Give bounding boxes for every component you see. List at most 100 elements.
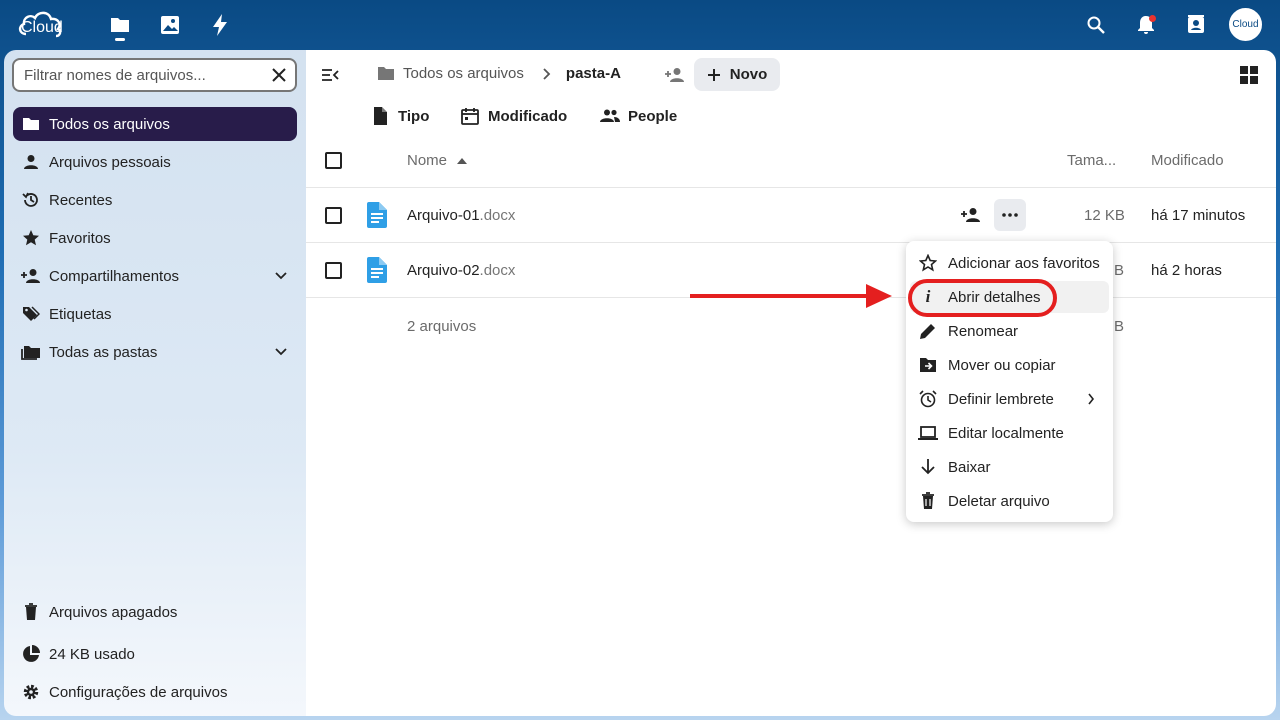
file-size: B xyxy=(1114,262,1125,279)
avatar-text: Cloud xyxy=(1232,19,1259,30)
alarm-icon xyxy=(918,389,938,409)
filter-people-label: People xyxy=(628,107,678,125)
menu-item-move-copy[interactable]: Mover ou copiar xyxy=(910,349,1109,381)
menu-item-download[interactable]: Baixar xyxy=(910,451,1109,483)
sidebar-item-recent[interactable]: Recentes xyxy=(13,183,297,217)
select-all-checkbox[interactable] xyxy=(325,152,342,169)
toggle-navigation-icon[interactable] xyxy=(319,64,341,86)
sidebar-item-shares[interactable]: Compartilhamentos xyxy=(13,259,297,293)
calendar-icon xyxy=(460,106,480,126)
menu-item-label: Adicionar aos favoritos xyxy=(948,254,1100,272)
more-actions-button[interactable] xyxy=(994,199,1026,231)
contacts-icon[interactable] xyxy=(1184,13,1208,37)
main-content: Todos os arquivos pasta-A Novo Tipo Modi… xyxy=(306,50,1276,716)
menu-item-label: Editar localmente xyxy=(948,424,1064,442)
sidebar-item-file-settings[interactable]: Configurações de arquivos xyxy=(13,675,297,709)
sidebar-item-label: Etiquetas xyxy=(49,305,112,323)
share-folder-icon[interactable] xyxy=(664,64,686,86)
menu-item-label: Deletar arquivo xyxy=(948,492,1050,510)
menu-item-edit-locally[interactable]: Editar localmente xyxy=(910,417,1109,449)
sidebar-item-all-folders[interactable]: Todas as pastas xyxy=(13,335,297,369)
filter-field[interactable] xyxy=(12,58,297,92)
file-name[interactable]: Arquivo-01.docx xyxy=(407,207,515,224)
cloud-logo[interactable]: Cloud xyxy=(16,7,68,41)
file-basename: Arquivo-01 xyxy=(407,207,480,224)
sidebar-item-label: Todos os arquivos xyxy=(49,115,170,133)
share-file-icon[interactable] xyxy=(960,204,982,226)
files-icon[interactable] xyxy=(108,13,132,37)
menu-item-delete-file[interactable]: Deletar arquivo xyxy=(910,485,1109,517)
sidebar-item-label: Configurações de arquivos xyxy=(49,683,228,701)
trash-icon xyxy=(21,602,41,622)
new-button[interactable]: Novo xyxy=(694,58,780,91)
filter-type[interactable]: Tipo xyxy=(370,106,429,126)
folder-icon xyxy=(21,114,41,134)
chevron-right-icon xyxy=(1087,393,1095,405)
active-app-indicator xyxy=(115,38,125,41)
more-icon xyxy=(1002,213,1018,217)
file-name[interactable]: Arquivo-02.docx xyxy=(407,262,515,279)
folders-icon xyxy=(21,342,41,362)
activity-icon[interactable] xyxy=(208,13,232,37)
filter-people[interactable]: People xyxy=(600,106,677,126)
sidebar-item-label: Arquivos apagados xyxy=(49,603,178,621)
top-header: Cloud Cloud xyxy=(0,0,1280,50)
close-icon[interactable] xyxy=(270,66,288,84)
file-count-summary: 2 arquivos xyxy=(407,318,477,335)
new-button-label: Novo xyxy=(729,66,768,83)
breadcrumb-folder-icon xyxy=(377,66,395,81)
menu-item-add-favorite[interactable]: Adicionar aos favoritos xyxy=(910,247,1109,279)
file-basename: Arquivo-02 xyxy=(407,262,480,279)
file-modified: há 17 minutos xyxy=(1151,207,1246,224)
folder-move-icon xyxy=(918,355,938,375)
file-extension: .docx xyxy=(479,262,516,279)
filter-modified[interactable]: Modificado xyxy=(460,106,567,126)
divider xyxy=(306,187,1276,188)
document-icon xyxy=(366,257,388,287)
document-icon xyxy=(366,202,388,232)
share-icon xyxy=(21,266,41,286)
grid-view-icon[interactable] xyxy=(1238,64,1260,86)
storage-usage[interactable]: 24 KB usado xyxy=(13,637,297,671)
plus-icon xyxy=(707,68,721,82)
avatar[interactable]: Cloud xyxy=(1229,8,1262,41)
row-checkbox[interactable] xyxy=(325,207,342,224)
breadcrumb-current[interactable]: pasta-A xyxy=(566,65,621,82)
sidebar-item-personal-files[interactable]: Arquivos pessoais xyxy=(13,145,297,179)
menu-item-set-reminder[interactable]: Definir lembrete xyxy=(910,383,1109,415)
menu-item-label: Abrir detalhes xyxy=(948,288,1041,306)
trash-icon xyxy=(918,491,938,511)
file-extension: .docx xyxy=(479,207,516,224)
menu-item-open-details[interactable]: i Abrir detalhes xyxy=(910,281,1109,313)
total-size-summary: B xyxy=(1114,318,1125,335)
menu-item-rename[interactable]: Renomear xyxy=(910,315,1109,347)
menu-item-label: Definir lembrete xyxy=(948,390,1054,408)
search-icon[interactable] xyxy=(1084,13,1108,37)
menu-item-label: Renomear xyxy=(948,322,1019,340)
menu-item-label: Mover ou copiar xyxy=(948,356,1056,374)
breadcrumb-root[interactable]: Todos os arquivos xyxy=(403,65,524,82)
chevron-down-icon[interactable] xyxy=(273,344,289,360)
notification-badge xyxy=(1149,15,1156,22)
sidebar-item-label: Todas as pastas xyxy=(49,343,158,361)
sidebar-item-all-files[interactable]: Todos os arquivos xyxy=(13,107,297,141)
sidebar-item-deleted-files[interactable]: Arquivos apagados xyxy=(13,595,297,629)
chevron-down-icon[interactable] xyxy=(273,268,289,284)
sidebar-item-favorites[interactable]: Favoritos xyxy=(13,221,297,255)
people-icon xyxy=(600,106,620,126)
column-name[interactable]: Nome xyxy=(407,152,468,169)
sidebar-item-tags[interactable]: Etiquetas xyxy=(13,297,297,331)
annotation-arrow-head xyxy=(866,284,892,308)
column-modified[interactable]: Modificado xyxy=(1151,152,1224,169)
column-size[interactable]: Tama... xyxy=(1067,152,1116,169)
photos-icon[interactable] xyxy=(158,13,182,37)
star-outline-icon xyxy=(918,253,938,273)
column-name-label: Nome xyxy=(407,152,448,169)
sidebar-item-label: Compartilhamentos xyxy=(49,267,180,285)
sidebar: Todos os arquivos Arquivos pessoais Rece… xyxy=(4,50,306,716)
filter-type-label: Tipo xyxy=(398,107,430,125)
filter-input[interactable] xyxy=(24,66,264,84)
row-checkbox[interactable] xyxy=(325,262,342,279)
chevron-right-icon xyxy=(542,67,552,81)
pie-chart-icon xyxy=(21,644,41,664)
